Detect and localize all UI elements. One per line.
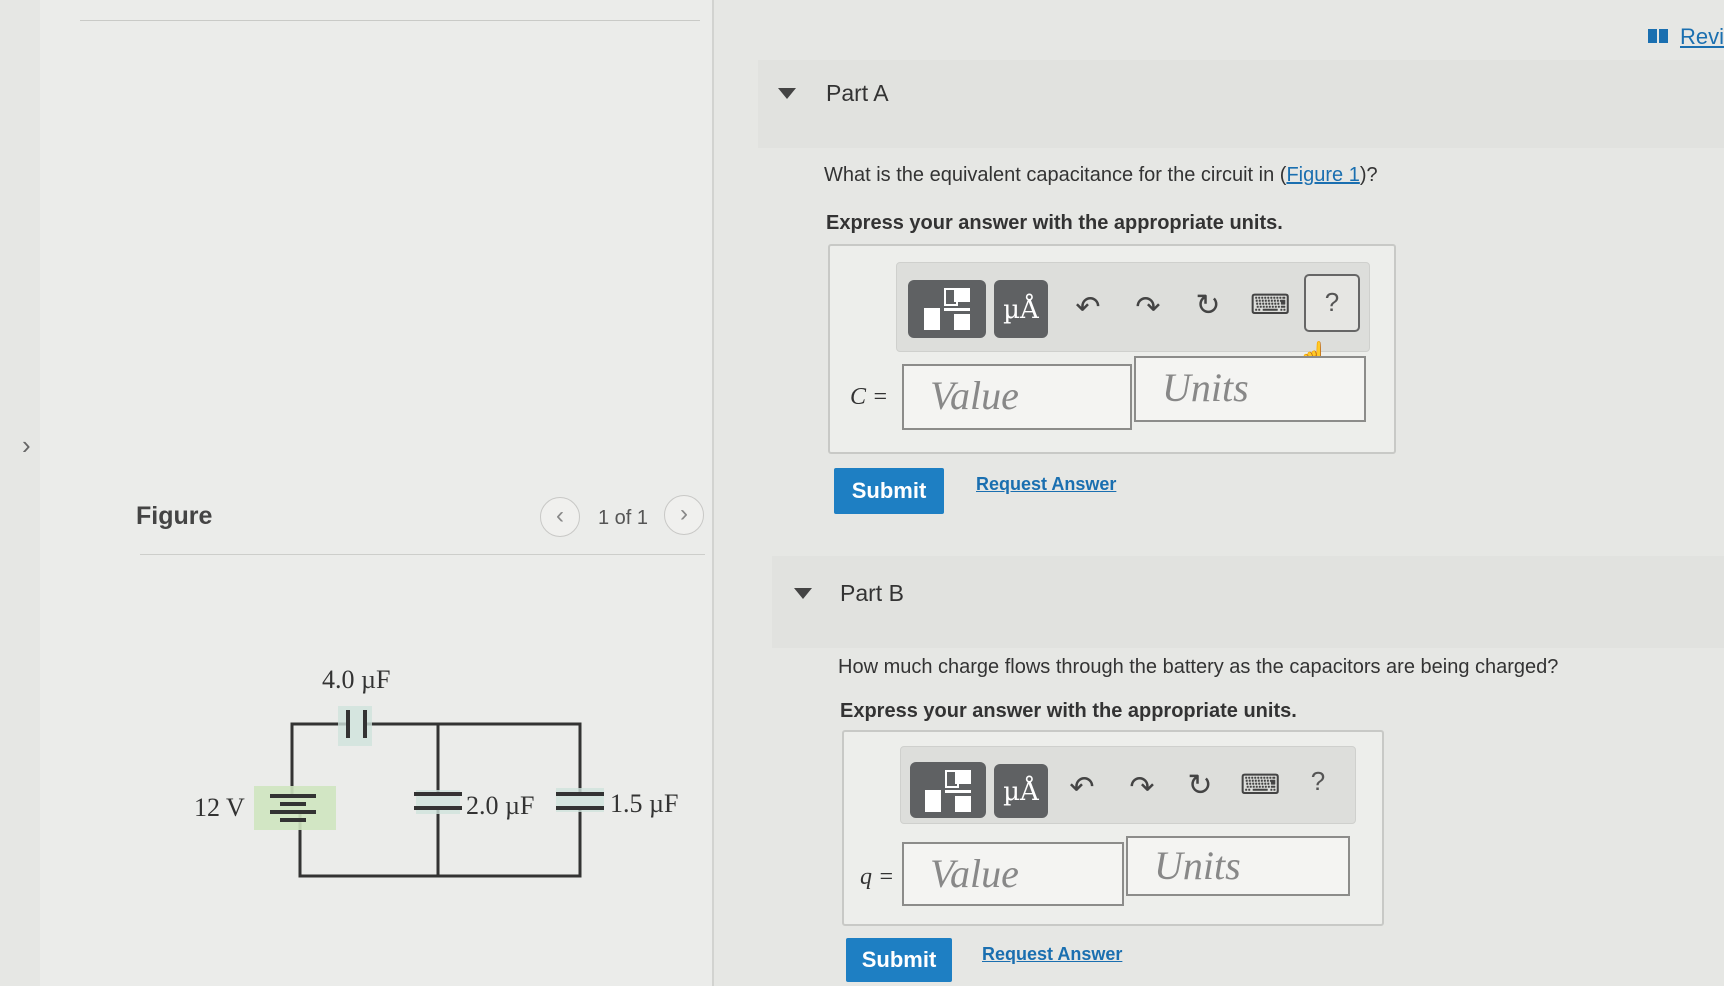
part-a-instruction: Express your answer with the appropriate… (826, 212, 1283, 234)
part-b-instruction: Express your answer with the appropriate… (840, 700, 1297, 722)
submit-button[interactable]: Submit (846, 938, 952, 982)
part-a-question: What is the equivalent capacitance for t… (824, 164, 1378, 187)
units-input[interactable]: Units (1134, 356, 1366, 422)
divider (140, 554, 705, 555)
reset-icon[interactable]: ↻ (1180, 768, 1220, 803)
divider (80, 20, 700, 21)
submit-button[interactable]: Submit (834, 468, 944, 514)
keyboard-icon[interactable]: ⌨ (1250, 288, 1290, 321)
review-link[interactable]: Revi (1680, 24, 1724, 50)
circuit-diagram: 4.0 µF 12 V 2.0 µF 1.5 µF (194, 665, 678, 878)
capacitor-label-4uF: 4.0 µF (322, 665, 390, 694)
book-icon[interactable] (1648, 28, 1668, 44)
keyboard-icon[interactable]: ⌨ (1240, 768, 1280, 801)
collapse-caret-icon[interactable] (794, 588, 812, 599)
pane-divider[interactable] (712, 0, 714, 986)
units-button[interactable]: µÅ (994, 764, 1048, 818)
chevron-right-icon: › (680, 500, 688, 527)
part-a-title[interactable]: Part A (826, 80, 889, 107)
next-figure-button[interactable]: › (664, 495, 704, 535)
value-input[interactable]: Value (902, 842, 1124, 906)
units-button[interactable]: µÅ (994, 280, 1048, 338)
question-text: What is the equivalent capacitance for t… (824, 164, 1287, 186)
undo-icon[interactable]: ↶ (1062, 770, 1102, 805)
figure-link[interactable]: Figure 1 (1286, 164, 1359, 186)
variable-label: C = (850, 384, 889, 410)
figure-title: Figure (136, 502, 213, 530)
templates-icon (922, 288, 972, 332)
redo-icon[interactable]: ↷ (1122, 770, 1162, 805)
help-button[interactable]: ? (1298, 766, 1338, 797)
templates-button[interactable] (910, 762, 986, 818)
battery-label: 12 V (194, 793, 245, 822)
redo-icon[interactable]: ↷ (1128, 290, 1168, 325)
figure-pager: 1 of 1 (598, 507, 649, 529)
templates-button[interactable] (908, 280, 986, 338)
collapse-caret-icon[interactable] (778, 88, 796, 99)
templates-icon (923, 770, 973, 814)
units-input[interactable]: Units (1126, 836, 1350, 896)
reset-icon[interactable]: ↻ (1188, 288, 1228, 323)
variable-label: q = (860, 864, 895, 890)
part-b-title[interactable]: Part B (840, 580, 904, 607)
value-input[interactable]: Value (902, 364, 1132, 430)
question-text: )? (1359, 164, 1378, 186)
capacitor-label-2uF: 2.0 µF (466, 791, 534, 820)
expand-panel-icon[interactable]: › (22, 430, 31, 461)
part-a-header[interactable] (758, 60, 1724, 148)
undo-icon[interactable]: ↶ (1068, 290, 1108, 325)
part-b-header[interactable] (772, 556, 1724, 648)
part-b-question: How much charge flows through the batter… (838, 656, 1559, 678)
request-answer-link[interactable]: Request Answer (982, 944, 1122, 965)
help-button[interactable]: ? (1304, 274, 1360, 332)
chevron-left-icon: ‹ (556, 502, 564, 529)
prev-figure-button[interactable]: ‹ (540, 497, 580, 537)
capacitor-label-1-5uF: 1.5 µF (610, 789, 678, 818)
request-answer-link[interactable]: Request Answer (976, 474, 1116, 495)
